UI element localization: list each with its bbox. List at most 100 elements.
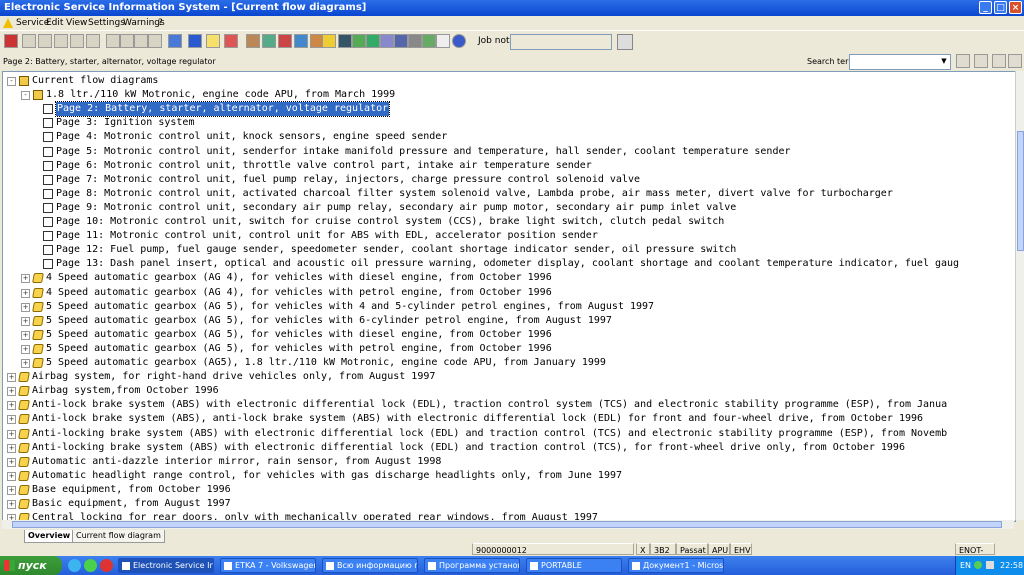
- menu-settings[interactable]: Settings: [88, 16, 125, 30]
- exit-icon[interactable]: [4, 34, 18, 48]
- flow-diagram-tree[interactable]: - Current flow diagrams -1.8 ltr./110 kW M…: [2, 71, 1016, 522]
- maximize-button[interactable]: □: [994, 1, 1007, 14]
- task-browser[interactable]: Всю информацию по...: [322, 558, 418, 573]
- menu-help[interactable]: ?: [158, 16, 163, 30]
- wrench-icon[interactable]: [366, 34, 380, 48]
- tree-node[interactable]: Page 13: Dash panel insert, optical and …: [3, 257, 1013, 271]
- collapse-icon[interactable]: -: [21, 91, 30, 101]
- collapse-icon[interactable]: -: [7, 77, 16, 86]
- tools-icon[interactable]: [294, 34, 308, 48]
- tree-node[interactable]: +5 Speed automatic gearbox (AG 5), for v…: [3, 314, 1013, 328]
- swap-icon[interactable]: [224, 34, 238, 48]
- tree-node[interactable]: +5 Speed automatic gearbox (AG 5), for v…: [3, 328, 1013, 342]
- expand-icon[interactable]: +: [7, 443, 16, 453]
- volume-icon[interactable]: [986, 561, 994, 569]
- expand-icon[interactable]: +: [7, 387, 16, 397]
- tree-node[interactable]: Page 4: Motronic control unit, knock sen…: [3, 130, 1013, 144]
- warning-tool-icon[interactable]: [322, 34, 336, 48]
- tree-node[interactable]: +5 Speed automatic gearbox (AG5), 1.8 lt…: [3, 356, 1013, 370]
- note-icon[interactable]: [436, 34, 450, 48]
- tree-node[interactable]: + Airbag system,from October 1996: [3, 384, 1013, 398]
- minimize-button[interactable]: _: [979, 1, 992, 14]
- tree-node[interactable]: + Airbag system, for right-hand drive veh…: [3, 370, 1013, 384]
- globe-blue-icon[interactable]: [452, 34, 466, 48]
- horizontal-scrollbar[interactable]: [2, 520, 1014, 529]
- close-button[interactable]: ×: [1009, 1, 1022, 14]
- car-data-icon[interactable]: [380, 34, 394, 48]
- tree-node[interactable]: + Anti-locking brake system (ABS) with el…: [3, 427, 1013, 441]
- tab-overview[interactable]: Overview: [24, 530, 75, 543]
- tree-node[interactable]: Page 5: Motronic control unit, senderfor…: [3, 145, 1013, 159]
- tree-node[interactable]: - Current flow diagrams: [3, 74, 1013, 88]
- book-icon[interactable]: [408, 34, 422, 48]
- start-button[interactable]: пуск: [0, 556, 62, 575]
- vehicle-icon[interactable]: [70, 34, 84, 48]
- expand-icon[interactable]: +: [7, 415, 16, 425]
- tree-node[interactable]: + Automatic headlight range control, for …: [3, 469, 1013, 483]
- edit-icon[interactable]: [54, 34, 68, 48]
- tree-node[interactable]: Page 9: Motronic control unit, secondary…: [3, 201, 1013, 215]
- tree-node[interactable]: + Anti-lock brake system (ABS) with elect…: [3, 398, 1013, 412]
- tree-node[interactable]: +4 Speed automatic gearbox (AG 4), for v…: [3, 286, 1013, 300]
- horizontal-scroll-thumb[interactable]: [12, 521, 1002, 528]
- tree-node[interactable]: + Automatic anti-dazzle interior mirror, …: [3, 455, 1013, 469]
- help-icon[interactable]: [206, 34, 220, 48]
- first-page-icon[interactable]: [106, 34, 120, 48]
- expand-icon[interactable]: +: [21, 359, 30, 368]
- tree-node[interactable]: Page 3: Ignition system: [3, 116, 1013, 130]
- expand-icon[interactable]: +: [21, 316, 30, 326]
- bag-icon[interactable]: [352, 34, 366, 48]
- last-page-icon[interactable]: [148, 34, 162, 48]
- task-etka[interactable]: ETKA 7 - Volkswagen: [220, 558, 316, 573]
- browser-e-icon[interactable]: [68, 559, 81, 572]
- person-icon[interactable]: [394, 34, 408, 48]
- info-icon[interactable]: [188, 34, 202, 48]
- next-page-icon[interactable]: [134, 34, 148, 48]
- tree-node[interactable]: +4 Speed automatic gearbox (AG 4), for v…: [3, 271, 1013, 285]
- copy-icon[interactable]: [38, 34, 52, 48]
- expand-icon[interactable]: +: [21, 330, 30, 340]
- tree-node[interactable]: Page 2: Battery, starter, alternator, vo…: [3, 101, 1013, 118]
- document-icon[interactable]: [246, 34, 260, 48]
- job-note-input[interactable]: [510, 34, 612, 50]
- expand-icon[interactable]: +: [7, 429, 16, 439]
- check-icon[interactable]: [422, 34, 436, 48]
- expand-icon[interactable]: +: [7, 401, 16, 411]
- yandex-icon[interactable]: [100, 559, 113, 572]
- task-portable[interactable]: PORTABLE: [526, 558, 622, 573]
- search-sync-icon[interactable]: [992, 54, 1006, 68]
- print-icon[interactable]: [22, 34, 36, 48]
- car-icon[interactable]: [86, 34, 100, 48]
- tree-node[interactable]: + Basic equipment, from August 1997: [3, 497, 1013, 511]
- expand-icon[interactable]: +: [7, 471, 16, 481]
- chrome-icon[interactable]: [84, 559, 97, 572]
- search-next-icon[interactable]: [974, 54, 988, 68]
- diagram-icon[interactable]: [262, 34, 276, 48]
- tree-node[interactable]: Page 8: Motronic control unit, activated…: [3, 187, 1013, 201]
- expand-icon[interactable]: +: [21, 344, 30, 354]
- expand-icon[interactable]: +: [21, 302, 30, 312]
- tree-node[interactable]: - 1.8 ltr./110 kW Motronic, engine code A…: [3, 88, 1013, 102]
- prev-page-icon[interactable]: [120, 34, 134, 48]
- globe-icon[interactable]: [338, 34, 352, 48]
- search-options-icon[interactable]: [1008, 54, 1022, 68]
- chevron-down-icon[interactable]: ▼: [939, 55, 949, 67]
- job-note-button[interactable]: [617, 34, 633, 50]
- task-esi[interactable]: Electronic Service Inf...: [118, 558, 214, 573]
- menu-edit[interactable]: Edit: [46, 16, 63, 30]
- search-input[interactable]: [849, 54, 951, 70]
- tree-node[interactable]: +5 Speed automatic gearbox (AG 5), for v…: [3, 342, 1013, 356]
- tree-node[interactable]: Page 6: Motronic control unit, throttle …: [3, 159, 1013, 173]
- tree-node[interactable]: Page 7: Motronic control unit, fuel pump…: [3, 173, 1013, 187]
- expand-icon[interactable]: +: [7, 373, 16, 383]
- repair-icon[interactable]: [278, 34, 292, 48]
- menu-view[interactable]: View: [66, 16, 87, 30]
- expand-icon[interactable]: +: [21, 288, 30, 298]
- tree-node[interactable]: +5 Speed automatic gearbox (AG 5), for v…: [3, 300, 1013, 314]
- expand-icon[interactable]: +: [7, 500, 16, 509]
- expand-icon[interactable]: +: [21, 274, 30, 284]
- expand-icon[interactable]: +: [7, 457, 16, 467]
- tree-node[interactable]: + Base equipment, from October 1996: [3, 483, 1013, 497]
- task-word[interactable]: Документ1 - Microso...: [628, 558, 724, 573]
- tree-node[interactable]: Page 10: Motronic control unit, switch f…: [3, 215, 1013, 229]
